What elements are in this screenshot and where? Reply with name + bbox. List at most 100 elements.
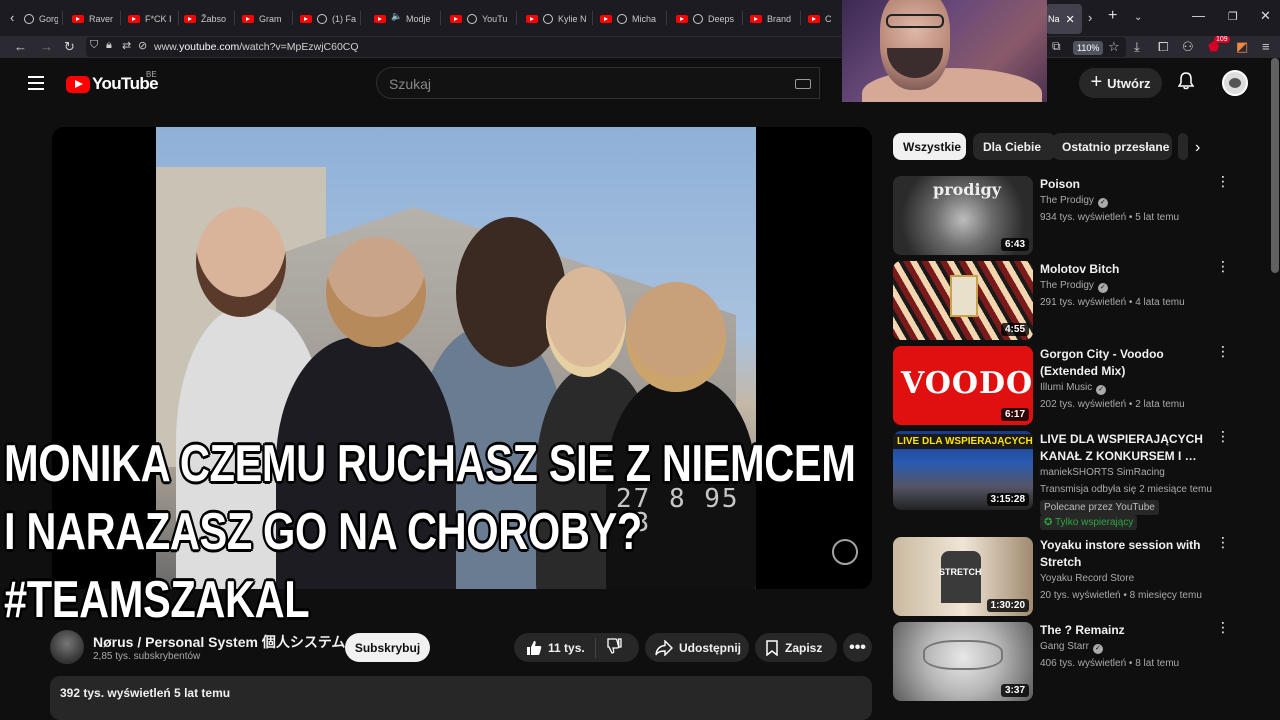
youtube-favicon-icon — [600, 15, 612, 23]
chip-all[interactable]: Wszystkie — [893, 133, 966, 160]
lock-icon[interactable]: 🔒︎ — [106, 39, 112, 52]
video-thumbnail[interactable]: 4:55 — [893, 261, 1033, 340]
video-channel[interactable]: The Prodigy ✓ — [1040, 280, 1108, 293]
picture-in-picture-icon[interactable]: ⧉ — [1052, 39, 1061, 54]
recommendation-item[interactable]: VOODOO 6:17 Gorgon City - Voodoo (Extend… — [893, 344, 1263, 426]
zoom-level[interactable]: 110% — [1073, 41, 1104, 55]
video-thumbnail[interactable]: STRETCH 1:30:20 — [893, 537, 1033, 616]
reload-icon[interactable]: ↻ — [64, 39, 75, 55]
tab-5[interactable]: (1) Fa — [300, 6, 356, 32]
more-actions-button[interactable]: ••• — [843, 633, 872, 662]
notifications-bell-icon[interactable] — [1178, 72, 1194, 90]
duration-badge: 3:15:28 — [986, 493, 1029, 506]
recommendation-item[interactable]: prodigy 6:43 Poison The Prodigy ✓ 934 tys… — [893, 174, 1263, 256]
permissions-icon[interactable]: ⇄ — [122, 39, 131, 52]
tab-1[interactable]: Raver — [72, 6, 116, 32]
duration-badge: 6:43 — [1000, 238, 1029, 251]
vpn-icon[interactable]: ⚇ — [1182, 39, 1194, 55]
video-channel[interactable]: The Prodigy ✓ — [1040, 195, 1108, 208]
tab-13-active[interactable]: Na ✕ — [1048, 6, 1080, 32]
recommendation-item[interactable]: LIVE DLA WSPIERAJĄCYCH 3:15:28 LIVE DLA … — [893, 429, 1263, 531]
back-arrow-icon[interactable]: ← — [14, 39, 27, 54]
kebab-menu-icon[interactable]: ⋮ — [1216, 535, 1230, 549]
shield-icon[interactable]: ⛉ — [90, 39, 98, 52]
chip-for-you[interactable]: Dla Ciebie — [973, 133, 1056, 160]
extensions-icon[interactable]: ⧠ — [1158, 39, 1168, 55]
share-arrow-icon — [655, 639, 673, 656]
restore-icon[interactable]: ❐ — [1228, 10, 1238, 23]
tab-list-chevron-icon[interactable]: ⌄ — [1134, 12, 1142, 23]
tab-scroll-left-icon[interactable]: ‹ — [10, 10, 14, 25]
thumb-logo-text: VOODOO — [901, 366, 1033, 401]
video-thumbnail[interactable]: LIVE DLA WSPIERAJĄCYCH 3:15:28 — [893, 431, 1033, 510]
bookmark-star-icon[interactable]: ☆ — [1108, 39, 1120, 55]
video-title[interactable]: LIVE DLA WSPIERAJĄCYCH KANAŁ Z KONKURSEM… — [1040, 431, 1215, 465]
tab-11[interactable]: Brand — [750, 6, 796, 32]
tab-10[interactable]: Deeps — [676, 6, 736, 32]
video-channel[interactable]: Yoyaku Record Store — [1040, 573, 1134, 584]
video-thumbnail[interactable]: VOODOO 6:17 — [893, 346, 1033, 425]
video-thumbnail[interactable]: prodigy 6:43 — [893, 176, 1033, 255]
menu-hamburger-icon[interactable]: ≡ — [1262, 39, 1270, 54]
recommendation-item[interactable]: 3:37 The ? Remainz Gang Starr ✓ 406 tys. … — [893, 620, 1263, 702]
page-scrollbar[interactable] — [1271, 58, 1279, 273]
tab-12[interactable]: C — [808, 6, 842, 32]
video-title[interactable]: Gorgon City - Voodoo (Extended Mix) — [1040, 346, 1215, 380]
tab-4[interactable]: Gram — [242, 6, 288, 32]
minimize-icon[interactable]: — — [1192, 8, 1205, 23]
tracking-icon[interactable]: ⊘ — [138, 39, 147, 52]
recommendation-item[interactable]: STRETCH 1:30:20 Yoyaku instore session w… — [893, 535, 1263, 617]
tab-6[interactable]: Modje — [374, 6, 434, 32]
search-input[interactable]: Szukaj — [376, 67, 820, 99]
speaker-icon[interactable] — [391, 11, 402, 23]
create-button[interactable]: + Utwórz — [1079, 68, 1162, 98]
window-close-icon[interactable]: ✕ — [1260, 8, 1271, 24]
extension-icon[interactable]: ◩ — [1236, 39, 1248, 55]
views-and-date: 392 tys. wyświetleń 5 lat temu — [60, 686, 231, 700]
keyboard-icon[interactable] — [795, 79, 811, 89]
kebab-menu-icon[interactable]: ⋮ — [1216, 344, 1230, 358]
close-tab-icon[interactable]: ✕ — [1066, 13, 1075, 26]
video-title[interactable]: The ? Remainz — [1040, 622, 1215, 639]
tab-scroll-right-icon[interactable]: › — [1088, 10, 1092, 25]
tab-9[interactable]: Micha — [600, 6, 660, 32]
tab-favicon — [317, 14, 327, 24]
kebab-menu-icon[interactable]: ⋮ — [1216, 620, 1230, 634]
like-button[interactable]: 11 tys. — [514, 637, 596, 658]
kebab-menu-icon[interactable]: ⋮ — [1216, 174, 1230, 188]
url-text[interactable]: www.youtube.com/watch?v=MpEzwjC60CQ — [154, 41, 359, 53]
tab-0[interactable]: Gorgo — [24, 6, 58, 32]
chip-partial[interactable] — [1178, 133, 1188, 160]
account-avatar[interactable] — [1222, 70, 1248, 96]
dislike-button[interactable] — [596, 638, 628, 657]
description-box[interactable]: 392 tys. wyświetleń 5 lat temu — [50, 676, 872, 720]
video-channel[interactable]: Gang Starr ✓ — [1040, 641, 1103, 654]
forward-arrow-icon[interactable]: → — [40, 39, 53, 54]
video-title[interactable]: Yoyaku instore session with Stretch — [1040, 537, 1215, 571]
tab-2[interactable]: F*CK I — [128, 6, 174, 32]
video-channel[interactable]: Illumi Music ✓ — [1040, 382, 1107, 395]
subscribe-button[interactable]: Subskrybuj — [345, 633, 430, 662]
video-thumbnail[interactable]: 3:37 — [893, 622, 1033, 701]
tab-7[interactable]: YouTu — [450, 6, 510, 32]
youtube-header: YouTube BE Szukaj + Utwórz — [0, 58, 1280, 108]
new-tab-plus-icon[interactable]: + — [1108, 7, 1117, 25]
chips-next-chevron-icon[interactable]: › — [1195, 139, 1200, 157]
tab-8[interactable]: Kylie N — [526, 6, 586, 32]
video-channel[interactable]: maniekSHORTS SimRacing — [1040, 467, 1165, 478]
save-button[interactable]: Zapisz — [755, 633, 837, 662]
bookmark-save-icon — [766, 639, 778, 656]
channel-name[interactable]: Nørus / Personal System 個人システム — [93, 632, 345, 652]
video-title[interactable]: Poison — [1040, 176, 1215, 193]
youtube-logo[interactable]: YouTube — [66, 74, 159, 94]
video-title[interactable]: Molotov Bitch — [1040, 261, 1215, 278]
kebab-menu-icon[interactable]: ⋮ — [1216, 429, 1230, 443]
downloads-icon[interactable]: ⤓ — [1134, 39, 1140, 55]
guide-menu-icon[interactable] — [28, 76, 44, 90]
tab-3[interactable]: Žabso — [184, 6, 230, 32]
chip-recently-uploaded[interactable]: Ostatnio przesłane — [1052, 133, 1172, 160]
share-button[interactable]: Udostępnij — [645, 633, 749, 662]
recommendation-item[interactable]: 4:55 Molotov Bitch The Prodigy ✓ 291 tys.… — [893, 259, 1263, 341]
kebab-menu-icon[interactable]: ⋮ — [1216, 259, 1230, 273]
channel-avatar[interactable] — [50, 630, 84, 664]
